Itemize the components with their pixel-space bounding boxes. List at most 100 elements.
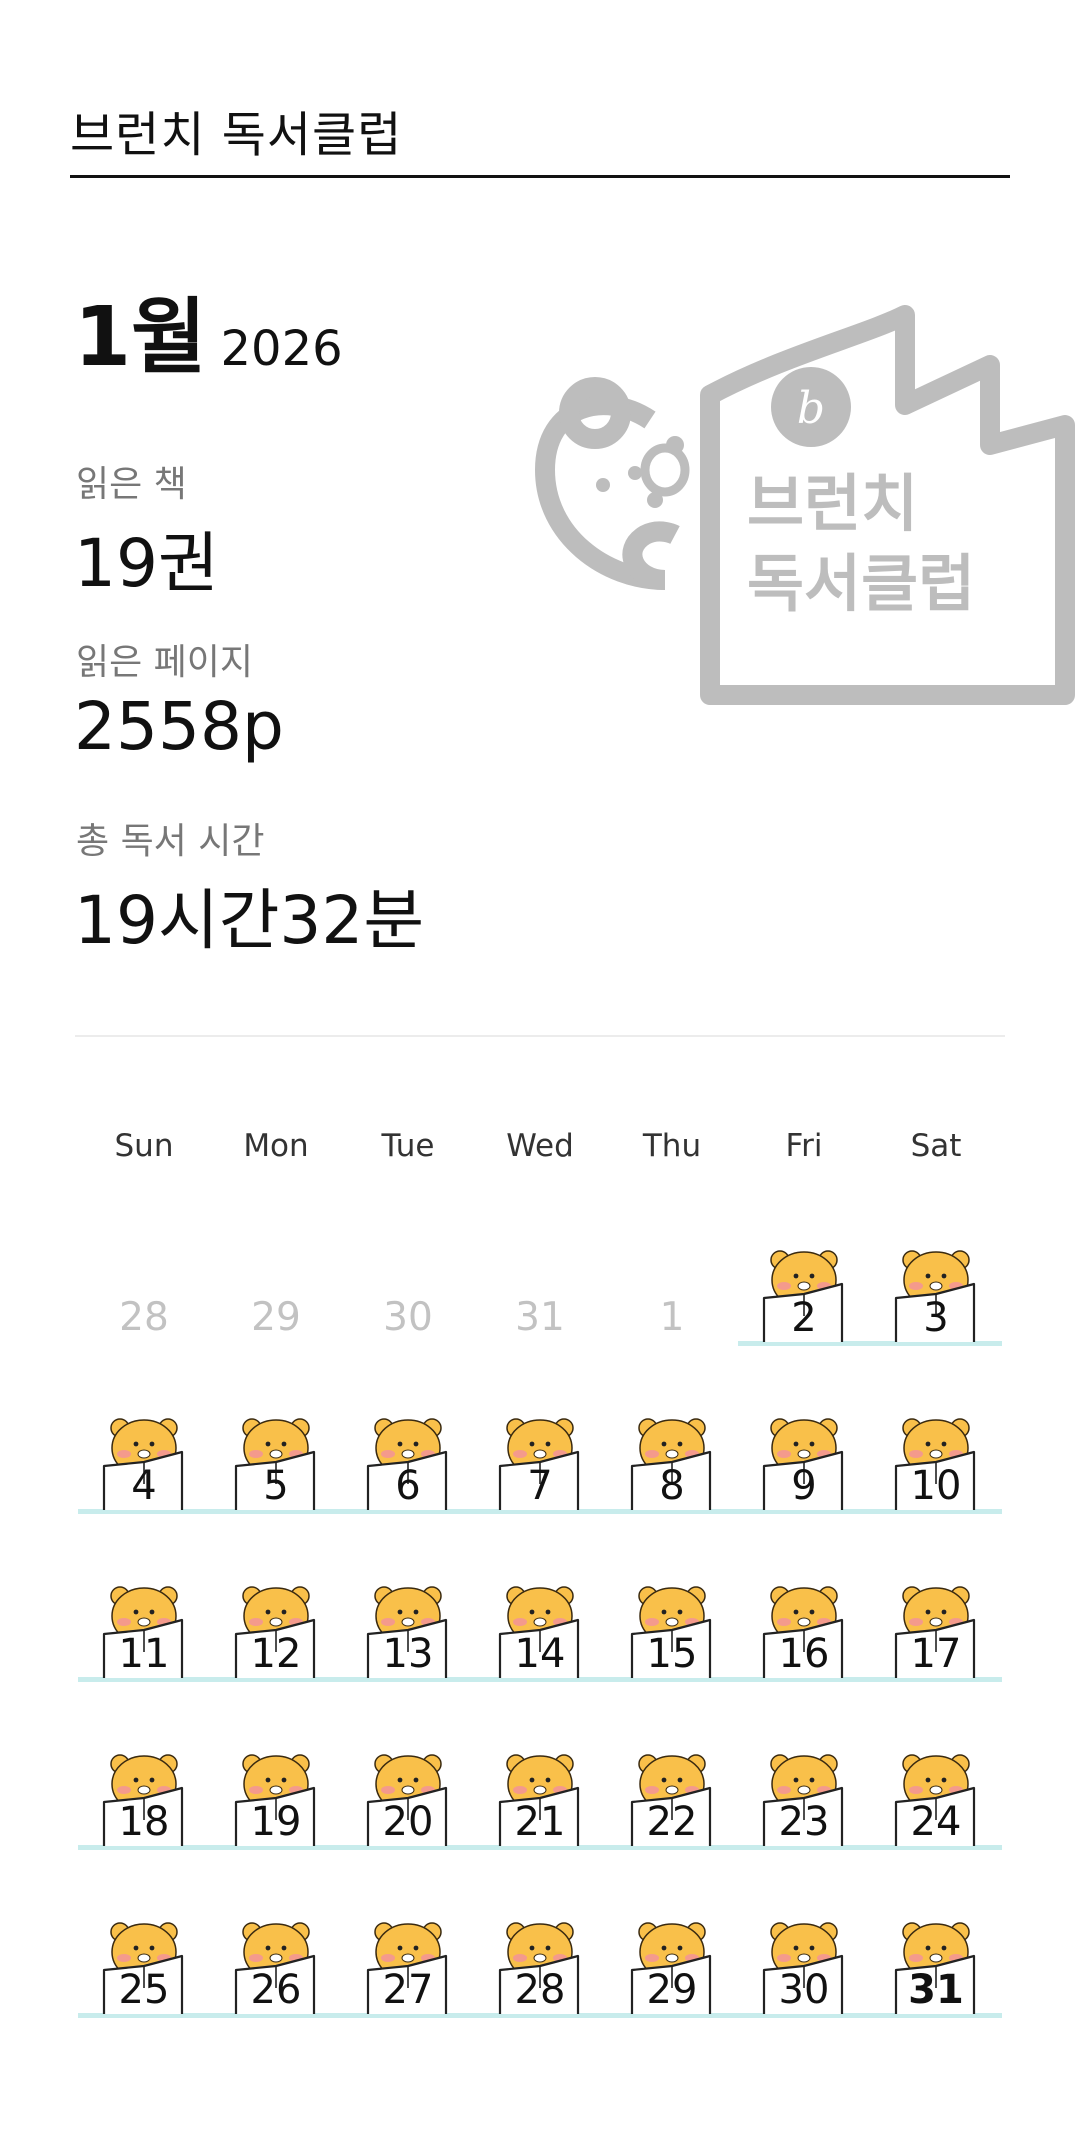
calendar-day-number: 13: [382, 1631, 434, 1677]
calendar-day-number: 5: [263, 1463, 289, 1509]
weekday-wed: Wed: [506, 1128, 574, 1164]
calendar-day[interactable]: 31: [870, 1872, 1002, 2040]
brunch-book-club-logo: b 브런치 독서클럽: [535, 305, 1075, 705]
stat-label-books: 읽은 책: [76, 464, 187, 505]
calendar-day[interactable]: 5: [210, 1368, 342, 1536]
month-heading: 1월 2026: [74, 270, 343, 389]
calendar-day-number: 18: [118, 1799, 170, 1845]
calendar-day-number: 27: [382, 1967, 434, 2013]
weekday-sun: Sun: [114, 1128, 174, 1164]
calendar-day[interactable]: 14: [474, 1536, 606, 1704]
calendar-day-number: 19: [250, 1799, 302, 1845]
app-header: 브런치 독서클럽: [70, 95, 1010, 178]
calendar-day[interactable]: 22: [606, 1704, 738, 1872]
app-title: 브런치 독서클럽: [70, 107, 403, 163]
year-label: 2026: [220, 321, 343, 377]
calendar-week-row: 18 19 20 21 22 23 24: [78, 1704, 1002, 1872]
calendar-grid: 28 29 30 31 1 2 3 4 5 6 7 8 9 10 11 12 1…: [78, 1200, 1002, 2040]
month-label: 1월: [74, 290, 207, 385]
calendar-day[interactable]: 24: [870, 1704, 1002, 1872]
calendar-day[interactable]: 6: [342, 1368, 474, 1536]
calendar-day[interactable]: 16: [738, 1536, 870, 1704]
calendar-day-number: 11: [118, 1631, 170, 1677]
weekday-thu: Thu: [642, 1128, 702, 1164]
calendar-day-number: 17: [910, 1631, 962, 1677]
calendar-day-number: 10: [910, 1463, 962, 1509]
calendar-day[interactable]: 19: [210, 1704, 342, 1872]
calendar-day[interactable]: 28: [78, 1200, 210, 1368]
calendar-day-number: 3: [923, 1295, 949, 1341]
calendar-week-row: 25 26 27 28 29 30 31: [78, 1872, 1002, 2040]
calendar-day-number: 28: [514, 1967, 566, 2013]
logo-line2: 독서클럽: [747, 547, 975, 620]
calendar-day[interactable]: 21: [474, 1704, 606, 1872]
weekday-header: Sun Mon Tue Wed Thu Fri Sat: [78, 1128, 1002, 1164]
calendar-day-number: 23: [778, 1799, 830, 1845]
calendar-day[interactable]: 15: [606, 1536, 738, 1704]
stat-label-pages: 읽은 페이지: [76, 642, 254, 683]
stat-value-books: 19권: [74, 525, 219, 602]
calendar-day-number: 22: [646, 1799, 698, 1845]
calendar-day[interactable]: 1: [606, 1200, 738, 1368]
calendar-day[interactable]: 31: [474, 1200, 606, 1368]
calendar-day-number: 29: [646, 1967, 698, 2013]
calendar-day[interactable]: 2: [738, 1200, 870, 1368]
calendar-day-number: 9: [791, 1463, 817, 1509]
section-divider: [75, 1035, 1005, 1037]
logo-line1: 브런치: [747, 467, 918, 540]
weekday-mon: Mon: [243, 1128, 309, 1164]
calendar-day[interactable]: 12: [210, 1536, 342, 1704]
calendar-day[interactable]: 7: [474, 1368, 606, 1536]
calendar-day-number: 25: [118, 1967, 170, 2013]
calendar-day-number: 6: [395, 1463, 421, 1509]
calendar-day-number: 20: [382, 1799, 434, 1845]
calendar-day-number: 31: [908, 1967, 964, 2013]
calendar-day[interactable]: 29: [606, 1872, 738, 2040]
weekday-fri: Fri: [785, 1128, 823, 1164]
stat-value-time: 19시간32분: [74, 882, 425, 959]
calendar-day-number: 26: [250, 1967, 302, 2013]
calendar-day-number: 15: [646, 1631, 698, 1677]
calendar-day-number: 7: [527, 1463, 553, 1509]
calendar-day-number: 31: [515, 1295, 565, 1340]
calendar-day[interactable]: 4: [78, 1368, 210, 1536]
calendar-day[interactable]: 10: [870, 1368, 1002, 1536]
calendar-day[interactable]: 23: [738, 1704, 870, 1872]
calendar-day[interactable]: 9: [738, 1368, 870, 1536]
calendar-day[interactable]: 26: [210, 1872, 342, 2040]
calendar-week-row: 28 29 30 31 1 2 3: [78, 1200, 1002, 1368]
calendar-day[interactable]: 18: [78, 1704, 210, 1872]
calendar-day[interactable]: 17: [870, 1536, 1002, 1704]
calendar-day-number: 28: [119, 1295, 169, 1340]
calendar-day[interactable]: 30: [738, 1872, 870, 2040]
calendar-day-number: 8: [659, 1463, 685, 1509]
calendar-week-row: 11 12 13 14 15 16 17: [78, 1536, 1002, 1704]
calendar-day-number: 29: [251, 1295, 301, 1340]
calendar-day-number: 12: [250, 1631, 302, 1677]
calendar-day-number: 4: [131, 1463, 157, 1509]
calendar-day-number: 21: [514, 1799, 566, 1845]
calendar-day-number: 16: [778, 1631, 830, 1677]
logo-mark: b: [797, 383, 825, 434]
calendar-day-number: 2: [791, 1295, 817, 1341]
calendar-day[interactable]: 28: [474, 1872, 606, 2040]
calendar-day[interactable]: 8: [606, 1368, 738, 1536]
calendar-day-number: 14: [514, 1631, 566, 1677]
stat-value-pages: 2558p: [74, 688, 284, 765]
calendar-day-number: 30: [383, 1295, 433, 1340]
calendar-day[interactable]: 27: [342, 1872, 474, 2040]
calendar-day[interactable]: 29: [210, 1200, 342, 1368]
calendar-day[interactable]: 20: [342, 1704, 474, 1872]
calendar-day[interactable]: 13: [342, 1536, 474, 1704]
calendar-week-row: 4 5 6 7 8 9 10: [78, 1368, 1002, 1536]
calendar-day-number: 24: [910, 1799, 962, 1845]
calendar-day-number: 1: [659, 1295, 685, 1340]
calendar-day-number: 30: [778, 1967, 830, 2013]
weekday-sat: Sat: [910, 1128, 962, 1164]
calendar-day[interactable]: 11: [78, 1536, 210, 1704]
calendar-day[interactable]: 3: [870, 1200, 1002, 1368]
stat-label-time: 총 독서 시간: [76, 821, 265, 862]
calendar-day[interactable]: 30: [342, 1200, 474, 1368]
calendar-day[interactable]: 25: [78, 1872, 210, 2040]
weekday-tue: Tue: [381, 1128, 435, 1164]
